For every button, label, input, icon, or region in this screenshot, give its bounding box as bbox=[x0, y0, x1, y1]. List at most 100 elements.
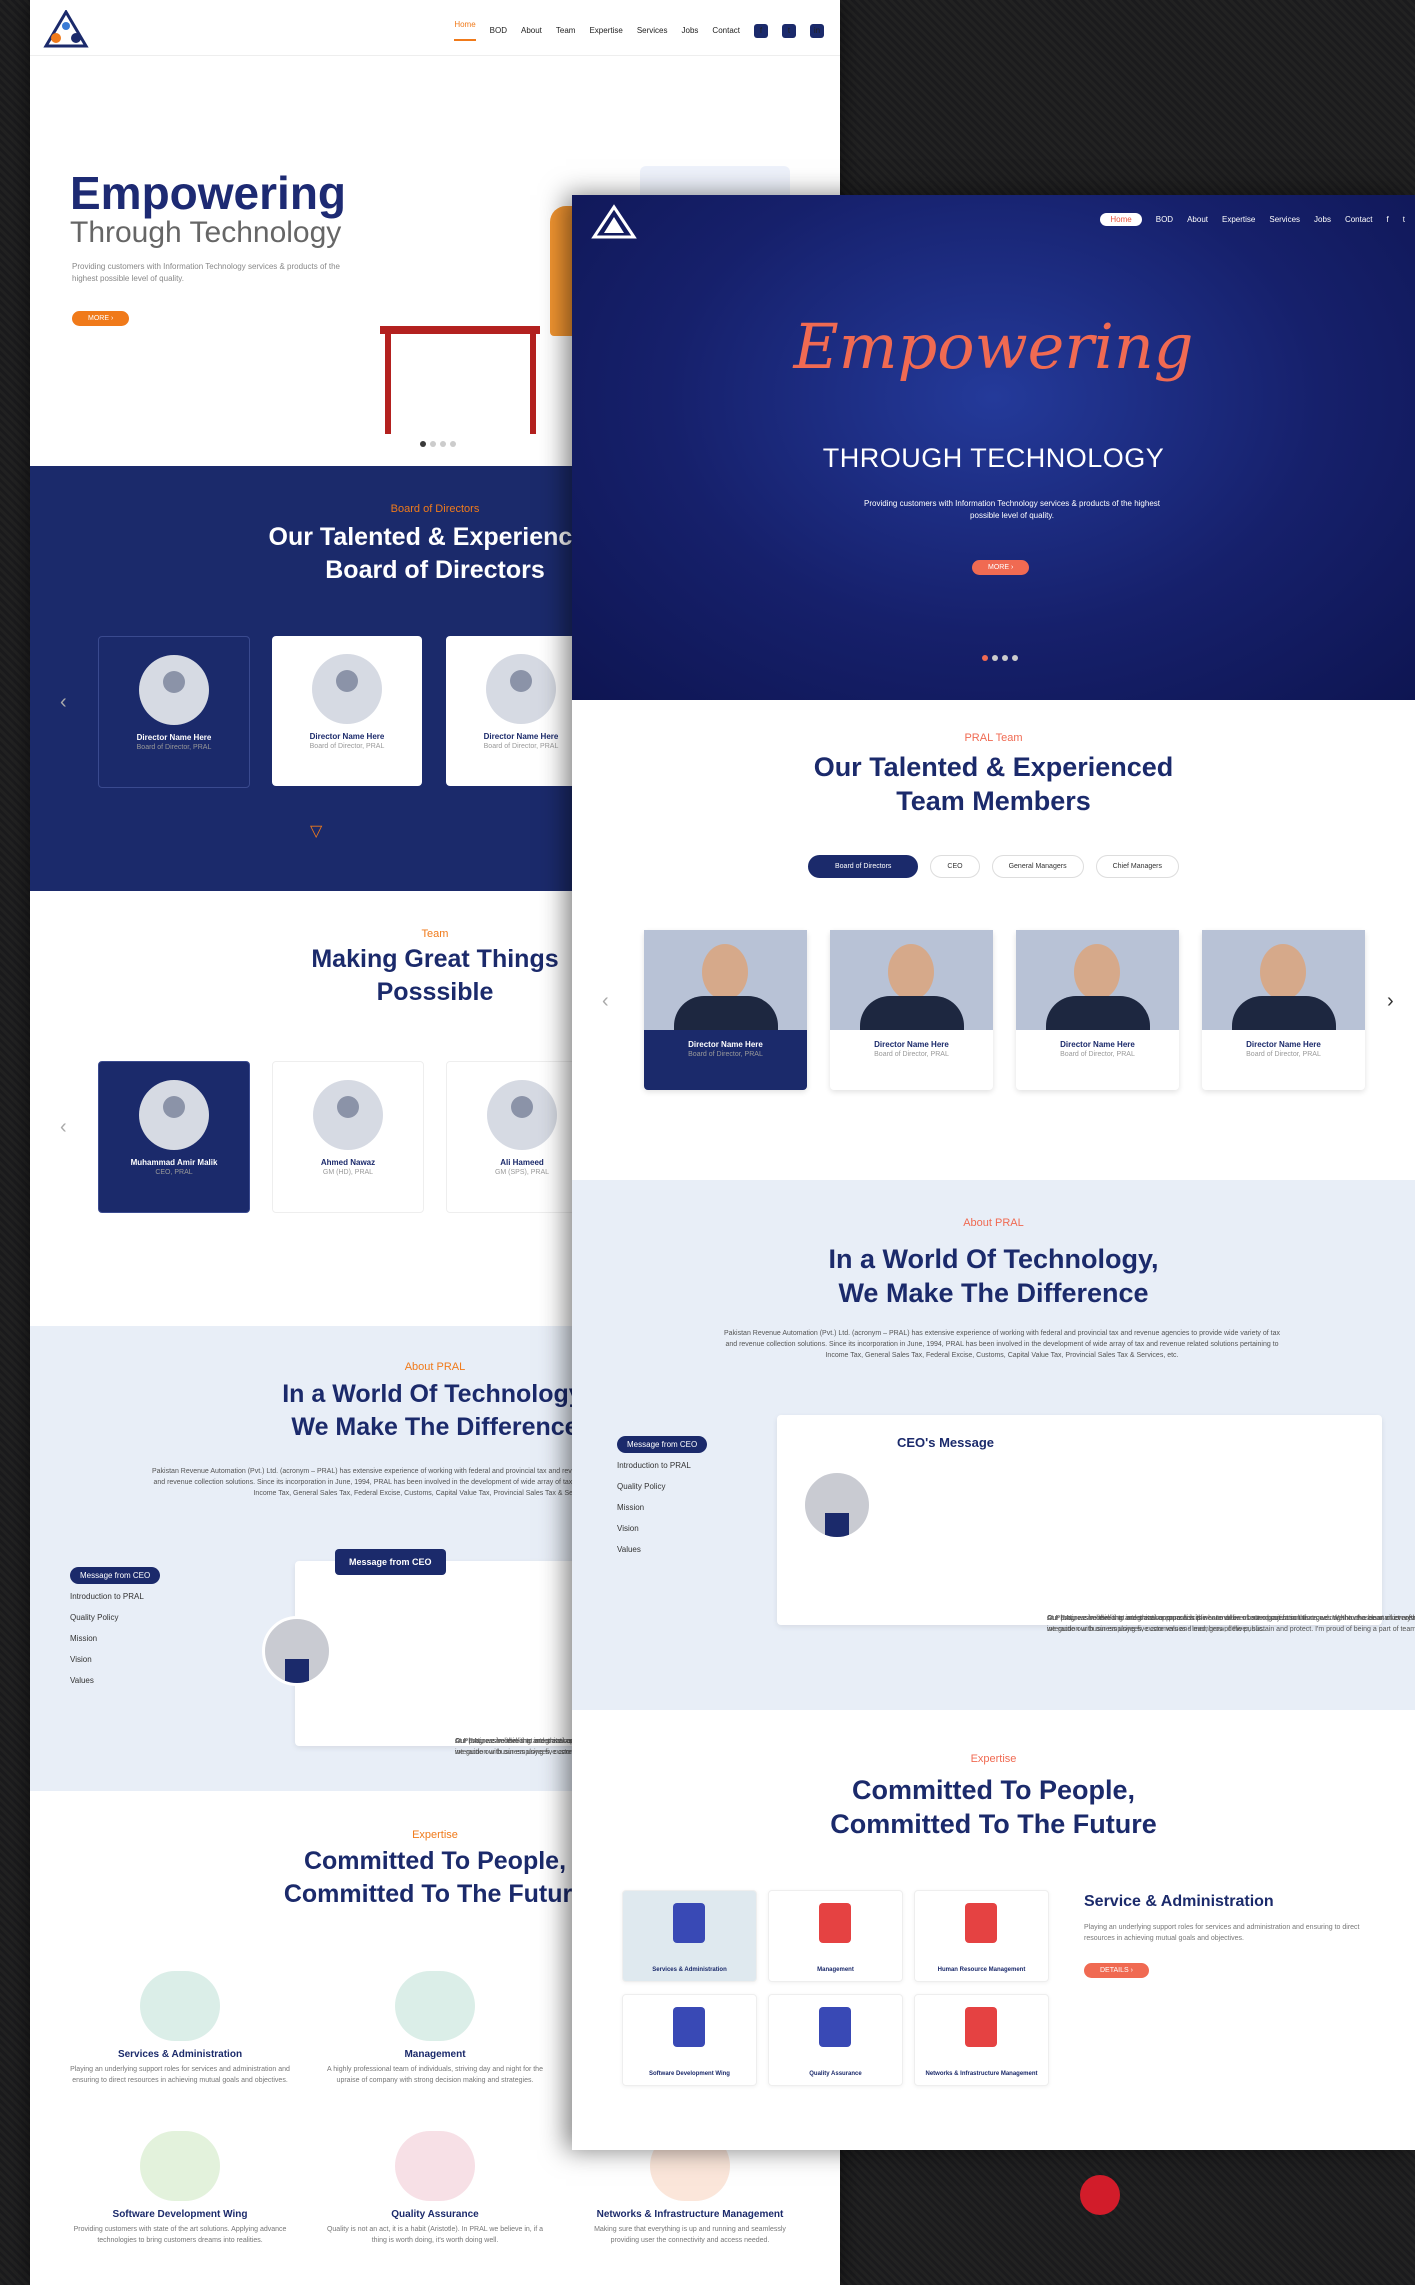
tab-ceo[interactable]: CEO bbox=[930, 855, 980, 878]
nav-expertise[interactable]: Expertise bbox=[589, 26, 622, 35]
menu-item[interactable]: Message from CEO bbox=[70, 1567, 161, 1584]
nav-jobs[interactable]: Jobs bbox=[1314, 215, 1331, 224]
member-photo bbox=[1202, 930, 1365, 1030]
hero-more-button[interactable]: MORE › bbox=[972, 560, 1030, 575]
software-icon bbox=[140, 2131, 220, 2201]
menu-item[interactable]: Values bbox=[70, 1676, 160, 1685]
expertise-tile[interactable]: Management bbox=[768, 1890, 903, 1982]
menu-item[interactable]: Introduction to PRAL bbox=[617, 1461, 707, 1470]
ceo-message-card: CEO's Message At PRAL, we believe that a… bbox=[777, 1415, 1415, 1633]
expertise-tile[interactable]: Services & Administration bbox=[622, 1890, 757, 1982]
prev-arrow-icon[interactable]: ‹ bbox=[60, 1116, 67, 1139]
nav-about[interactable]: About bbox=[521, 26, 542, 35]
desk-leg bbox=[385, 334, 391, 434]
top-nav: Home BOD About Team Expertise Services J… bbox=[30, 0, 840, 56]
menu-item[interactable]: Vision bbox=[70, 1655, 160, 1664]
pral-logo[interactable] bbox=[42, 10, 90, 48]
details-button[interactable]: DETAILS › bbox=[1084, 1963, 1149, 1978]
next-arrow-icon[interactable]: › bbox=[1387, 990, 1394, 1013]
selected-service-desc: Playing an underlying support roles for … bbox=[1084, 1924, 1360, 1942]
director-card[interactable]: Director Name Here Board of Director, PRA… bbox=[98, 636, 250, 788]
selected-service-title: Service & Administration bbox=[1084, 1893, 1274, 1910]
hero-text: Providing customers with Information Tec… bbox=[72, 262, 340, 283]
nav-team[interactable]: Team bbox=[556, 26, 576, 35]
service-item[interactable]: Software Development Wing Providing custo… bbox=[70, 2131, 290, 2246]
menu-item[interactable]: Quality Policy bbox=[70, 1613, 160, 1622]
facebook-icon[interactable]: f bbox=[1387, 215, 1389, 224]
prev-arrow-icon[interactable]: ‹ bbox=[60, 691, 67, 714]
section-heading: Committed To People, Committed To The Fut… bbox=[830, 1775, 1157, 1839]
services-icon bbox=[673, 1903, 705, 1943]
hero-title: Empowering bbox=[70, 167, 347, 219]
facebook-icon[interactable]: f bbox=[754, 23, 768, 38]
pral-logo[interactable] bbox=[590, 203, 638, 241]
nav-home[interactable]: Home bbox=[1100, 213, 1142, 226]
nav-home[interactable]: Home bbox=[454, 20, 476, 41]
member-card[interactable]: Director Name Here Board of Director, PRA… bbox=[1202, 930, 1365, 1090]
hr-icon bbox=[965, 1903, 997, 1943]
about-text: Pakistan Revenue Automation (Pvt.) Ltd. … bbox=[723, 1330, 1281, 1359]
member-card[interactable]: Director Name Here Board of Director, PRA… bbox=[1016, 930, 1179, 1090]
desk-illustration bbox=[380, 326, 540, 334]
service-item[interactable]: Services & Administration Playing an unde… bbox=[70, 1971, 290, 2086]
about-side-menu: Message from CEO Introduction to PRAL Qu… bbox=[617, 1436, 708, 1566]
section-heading: Our Talented & Experienced Team Members bbox=[813, 752, 1174, 816]
expertise-section: Expertise Committed To People, Committed … bbox=[572, 1710, 1415, 2150]
nav-jobs[interactable]: Jobs bbox=[682, 26, 699, 35]
member-card[interactable]: Director Name Here Board of Director, PRA… bbox=[830, 930, 993, 1090]
twitter-icon[interactable]: t bbox=[782, 23, 796, 38]
tab-general-managers[interactable]: General Managers bbox=[991, 855, 1084, 878]
linkedin-icon[interactable]: in bbox=[810, 23, 824, 38]
nav-services[interactable]: Services bbox=[1269, 215, 1300, 224]
menu-item[interactable]: Values bbox=[617, 1545, 707, 1554]
team-card[interactable]: Ahmed Nawaz GM (HD), PRAL bbox=[272, 1061, 424, 1213]
services-icon bbox=[140, 1971, 220, 2041]
hero-title: THROUGH TECHNOLOGY bbox=[822, 443, 1165, 473]
ceo-photo bbox=[802, 1470, 872, 1540]
desk-leg bbox=[530, 334, 536, 434]
hero-subtitle: Through Technology bbox=[70, 216, 342, 249]
service-item[interactable]: Management A highly professional team of … bbox=[325, 1971, 545, 2086]
menu-item[interactable]: Mission bbox=[70, 1634, 160, 1643]
section-label: Expertise bbox=[970, 1753, 1017, 1765]
tab-board-of-directors[interactable]: Board of Directors bbox=[808, 855, 919, 878]
team-card[interactable]: Muhammad Amir Malik CEO, PRAL bbox=[98, 1061, 250, 1213]
expertise-tile[interactable]: Quality Assurance bbox=[768, 1994, 903, 2086]
nav-contact[interactable]: Contact bbox=[712, 26, 740, 35]
expertise-tile[interactable]: Human Resource Management bbox=[914, 1890, 1049, 1982]
avatar bbox=[487, 1080, 557, 1150]
member-card[interactable]: Director Name Here Board of Director, PRA… bbox=[644, 930, 807, 1090]
service-item[interactable]: Quality Assurance Quality is not an act, … bbox=[325, 2131, 545, 2246]
menu-item[interactable]: Mission bbox=[617, 1503, 707, 1512]
management-icon bbox=[395, 1971, 475, 2041]
expertise-tile[interactable]: Networks & Infrastructure Management bbox=[914, 1994, 1049, 2086]
hero-script-title: Empowering bbox=[793, 310, 1194, 383]
team-section: PRAL Team Our Talented & Experienced Team… bbox=[572, 700, 1415, 1180]
nav-bod[interactable]: BOD bbox=[1156, 215, 1173, 224]
twitter-icon[interactable]: t bbox=[1403, 215, 1405, 224]
hero-more-button[interactable]: MORE › bbox=[72, 311, 130, 326]
director-card[interactable]: Director Name Here Board of Director, PRA… bbox=[272, 636, 422, 786]
menu-item[interactable]: Introduction to PRAL bbox=[70, 1592, 160, 1601]
nav-contact[interactable]: Contact bbox=[1345, 215, 1373, 224]
nav-services[interactable]: Services bbox=[637, 26, 668, 35]
carousel-dots[interactable] bbox=[420, 441, 456, 447]
section-label: PRAL Team bbox=[964, 732, 1023, 744]
management-icon bbox=[819, 1903, 851, 1943]
section-label: About PRAL bbox=[963, 1217, 1024, 1229]
expertise-tile[interactable]: Software Development Wing bbox=[622, 1994, 757, 2086]
avatar bbox=[139, 1080, 209, 1150]
ceo-tab[interactable]: Message from CEO bbox=[335, 1549, 446, 1575]
nav-expertise[interactable]: Expertise bbox=[1222, 215, 1255, 224]
quality-icon bbox=[395, 2131, 475, 2201]
menu-item[interactable]: Vision bbox=[617, 1524, 707, 1533]
prev-arrow-icon[interactable]: ‹ bbox=[602, 990, 609, 1013]
tab-chief-managers[interactable]: Chief Managers bbox=[1095, 855, 1179, 878]
nav-about[interactable]: About bbox=[1187, 215, 1208, 224]
nav-bod[interactable]: BOD bbox=[490, 26, 507, 35]
carousel-dots[interactable] bbox=[982, 655, 1018, 661]
menu-item[interactable]: Quality Policy bbox=[617, 1482, 707, 1491]
avatar bbox=[313, 1080, 383, 1150]
menu-item[interactable]: Message from CEO bbox=[617, 1436, 708, 1453]
avatar bbox=[486, 654, 556, 724]
